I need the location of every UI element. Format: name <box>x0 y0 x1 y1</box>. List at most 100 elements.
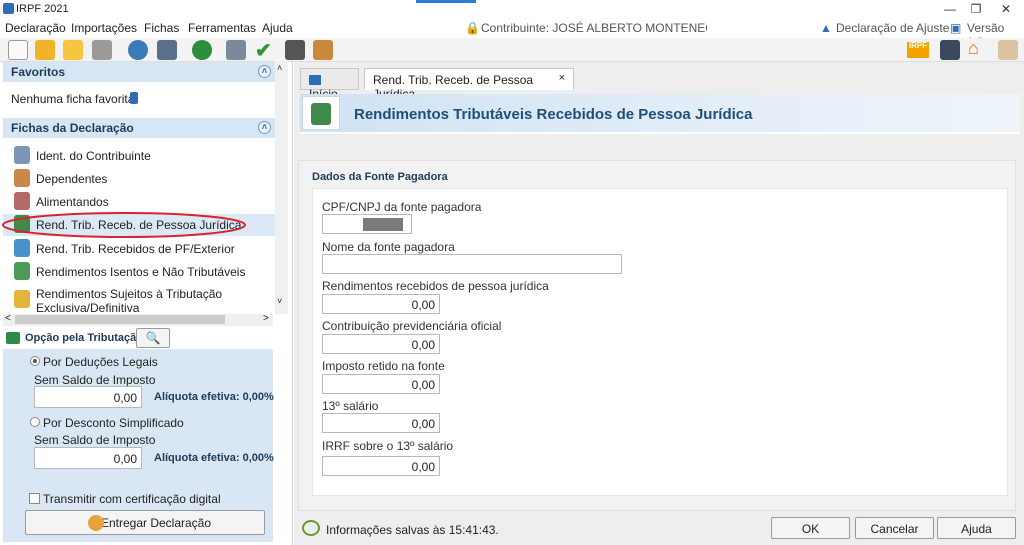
fichas-scrollbar-vertical[interactable]: ˄ ˅ <box>275 61 288 314</box>
simplificado-aliquota: Alíquota efetiva: 0,00% <box>154 452 274 464</box>
imposto-input[interactable]: 0,00 <box>322 374 440 394</box>
restore-button[interactable]: ❐ <box>962 0 990 18</box>
decimo-label: 13º salário <box>322 399 379 413</box>
ficha-rend-pf-exterior[interactable]: Rend. Trib. Recebidos de PF/Exterior <box>10 238 275 260</box>
ficha-label: Rend. Trib. Recebidos de PF/Exterior <box>36 242 235 256</box>
favoritos-title: Favoritos <box>11 65 66 79</box>
deducoes-value: 0,00 <box>34 386 142 408</box>
favorite-info-icon <box>130 92 138 104</box>
minimize-button[interactable]: — <box>936 0 964 18</box>
simplificado-label[interactable]: Por Desconto Simplificado <box>43 416 184 430</box>
deducoes-saldo-label: Sem Saldo de Imposto <box>34 373 156 387</box>
ficha-label: Dependentes <box>36 172 108 186</box>
favoritos-header[interactable]: Favoritos ˄ <box>3 62 275 82</box>
ajuda-button[interactable]: Ajuda <box>937 517 1016 539</box>
new-file-icon[interactable] <box>8 40 28 60</box>
fichas-scrollbar-horizontal[interactable]: < > <box>3 313 273 326</box>
ficha-rend-isentos[interactable]: Rendimentos Isentos e Não Tributáveis <box>10 261 275 283</box>
menu-bar: Declaração Importações Fichas Ferramenta… <box>0 18 1024 49</box>
warning-icon <box>14 290 30 308</box>
collapse-fichas-icon[interactable]: ˄ <box>258 121 271 134</box>
simplificado-value: 0,00 <box>34 447 142 469</box>
ok-button[interactable]: OK <box>771 517 850 539</box>
page-title: Rendimentos Tributáveis Recebidos de Pes… <box>354 106 753 123</box>
nome-input[interactable] <box>322 254 622 274</box>
toolbar: ✔ IRPF ⌂ <box>0 38 1024 62</box>
home-tab-icon <box>309 75 321 85</box>
taskbar-indicator <box>416 0 476 3</box>
irrf13-input[interactable]: 0,00 <box>322 456 440 476</box>
fichas-header[interactable]: Fichas da Declaração ˄ <box>3 118 275 138</box>
rend-pf-icon <box>14 239 30 257</box>
favoritos-empty: Nenhuma ficha favorita <box>11 92 135 106</box>
ficha-label: Rendimentos Sujeitos à Tributação <box>36 287 223 301</box>
cnpj-label: CPF/CNPJ da fonte pagadora <box>322 200 482 214</box>
scroll-thumb[interactable] <box>15 315 225 324</box>
window-title: IRPF 2021 <box>16 3 69 15</box>
radio-simplificado[interactable] <box>30 417 40 427</box>
close-tab-icon[interactable]: × <box>559 72 565 84</box>
info-icon[interactable] <box>998 40 1018 60</box>
redacted-cpf <box>707 21 807 35</box>
ficha-dependentes[interactable]: Dependentes <box>10 168 275 190</box>
irpf-badge-icon[interactable]: IRPF <box>907 42 929 58</box>
ficha-label-line2: Exclusiva/Definitiva <box>36 301 140 315</box>
check-icon[interactable]: ✔ <box>255 38 272 63</box>
scroll-left-icon[interactable]: < <box>5 313 11 324</box>
print-icon[interactable] <box>226 40 246 60</box>
status-text: Informações salvas às 15:41:43. <box>326 523 499 537</box>
deliver-icon <box>88 515 104 531</box>
simplificado-saldo-label: Sem Saldo de Imposto <box>34 433 156 447</box>
radio-deducoes[interactable] <box>30 356 40 366</box>
scroll-down-icon[interactable]: ˅ <box>277 296 282 306</box>
contribuicao-input[interactable]: 0,00 <box>322 334 440 354</box>
trash-icon[interactable] <box>92 40 112 60</box>
scroll-up-icon[interactable]: ˄ <box>277 63 282 73</box>
rend-isentos-icon <box>14 262 30 280</box>
entregar-label: Entregar Declaração <box>100 516 212 530</box>
globe-icon[interactable] <box>192 40 212 60</box>
tab-inicio[interactable]: Início <box>300 68 359 101</box>
search-tributacao-button[interactable]: 🔍 <box>136 328 170 348</box>
tab-rend-pj[interactable]: Rend. Trib. Receb. de Pessoa Jurídica × <box>364 68 574 101</box>
ficha-label: Alimentandos <box>36 195 109 209</box>
home-icon[interactable]: ⌂ <box>968 38 979 59</box>
menu-declaracao[interactable]: Declaração <box>5 21 66 35</box>
person-icon <box>14 146 30 164</box>
open-folder-icon[interactable] <box>35 40 55 60</box>
menu-importacoes[interactable]: Importações <box>71 21 137 35</box>
collapse-favoritos-icon[interactable]: ˄ <box>258 65 271 78</box>
menu-ferramentas[interactable]: Ferramentas <box>188 21 256 35</box>
rendimentos-input[interactable]: 0,00 <box>322 294 440 314</box>
scroll-right-icon[interactable]: > <box>263 313 269 324</box>
ficha-ident-contribuinte[interactable]: Ident. do Contribuinte <box>10 145 275 167</box>
menu-ajuda[interactable]: Ajuda <box>262 21 293 35</box>
deducoes-label[interactable]: Por Deduções Legais <box>43 355 158 369</box>
lock-icon: 🔒 <box>465 21 480 35</box>
certificado-label[interactable]: Transmitir com certificação digital <box>43 492 221 506</box>
contribuicao-label: Contribuição previdenciária oficial <box>322 319 502 333</box>
section-title: Dados da Fonte Pagadora <box>312 171 448 183</box>
chat-icon[interactable] <box>940 40 960 60</box>
rendimentos-label: Rendimentos recebidos de pessoa jurídica <box>322 279 549 293</box>
menu-fichas[interactable]: Fichas <box>144 21 179 35</box>
certificado-checkbox[interactable] <box>29 493 40 504</box>
cnpj-input[interactable] <box>322 214 412 234</box>
close-window-button[interactable]: ✕ <box>992 0 1020 18</box>
declaration-type: Declaração de Ajuste <box>836 21 950 35</box>
app-icon <box>3 3 14 14</box>
title-bar: IRPF 2021 — ❐ ✕ <box>0 0 1024 18</box>
tributacao-label: Opção pela Tributação: <box>25 332 147 344</box>
page-header: Rendimentos Tributáveis Recebidos de Pes… <box>300 94 1020 134</box>
alimentandos-icon <box>14 192 30 210</box>
folder-icon[interactable] <box>63 40 83 60</box>
decimo-input[interactable]: 0,00 <box>322 413 440 433</box>
ficha-rend-exclusiva[interactable]: Rendimentos Sujeitos à Tributação Exclus… <box>10 284 275 315</box>
entregar-declaracao-button[interactable]: Entregar Declaração <box>25 510 265 535</box>
cancelar-button[interactable]: Cancelar <box>855 517 934 539</box>
import-icon[interactable] <box>128 40 148 60</box>
help-book-icon[interactable] <box>313 40 333 60</box>
fichas-title: Fichas da Declaração <box>11 121 134 135</box>
export-icon[interactable] <box>157 40 177 60</box>
calculator-icon[interactable] <box>285 40 305 60</box>
